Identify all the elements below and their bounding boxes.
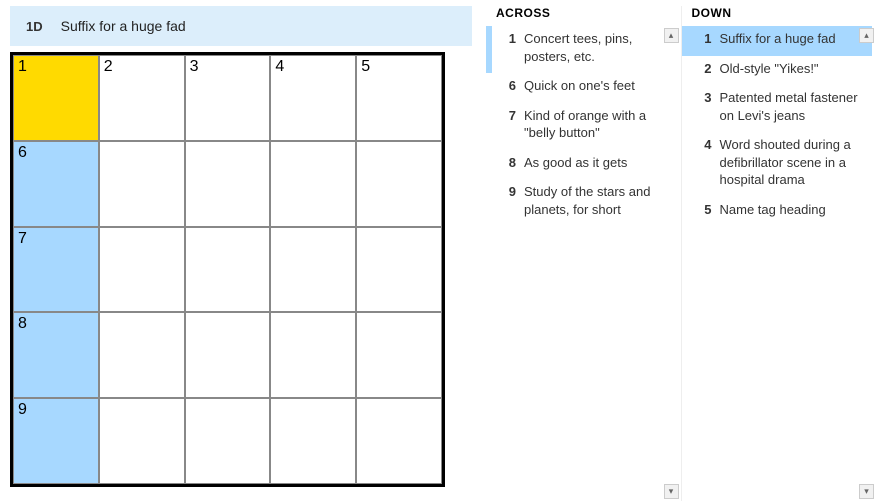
current-clue-text: Suffix for a huge fad — [61, 18, 186, 34]
grid-cell[interactable] — [270, 398, 356, 484]
scroll-up-icon[interactable]: ▴ — [664, 28, 679, 43]
clue-text: Kind of orange with a "belly button" — [524, 107, 671, 142]
down-heading: DOWN — [682, 6, 877, 26]
grid-cell[interactable]: 5 — [356, 55, 442, 141]
across-clue-item[interactable]: 1Concert tees, pins, posters, etc. — [486, 26, 677, 73]
clue-text: Old-style "Yikes!" — [720, 60, 867, 78]
clue-text: Study of the stars and planets, for shor… — [524, 183, 671, 218]
clue-text: As good as it gets — [524, 154, 671, 172]
down-clue-item[interactable]: 5 Name tag heading — [682, 197, 873, 227]
grid-cell[interactable] — [356, 398, 442, 484]
across-clue-item[interactable]: 8 As good as it gets — [486, 150, 677, 180]
down-clue-item[interactable]: 1 Suffix for a huge fad — [682, 26, 873, 56]
cell-number: 4 — [275, 58, 284, 76]
across-column: ACROSS 1Concert tees, pins, posters, etc… — [486, 6, 682, 501]
clue-number: 9 — [498, 183, 516, 218]
down-clue-list: 1 Suffix for a huge fad 2 Old-style "Yikes!… — [682, 26, 877, 226]
grid-cell[interactable]: 7 — [13, 227, 99, 313]
clue-text: Name tag heading — [720, 201, 867, 219]
crossword-grid: 1 2 3 4 5 6 7 8 9 — [10, 52, 445, 487]
clue-number: 2 — [694, 60, 712, 78]
scroll-down-icon[interactable]: ▾ — [664, 484, 679, 499]
clue-number: 6 — [498, 77, 516, 95]
grid-cell[interactable] — [185, 398, 271, 484]
clue-text: Suffix for a huge fad — [720, 30, 867, 48]
across-clue-list: 1Concert tees, pins, posters, etc. 6 Quick… — [486, 26, 681, 226]
grid-cell[interactable] — [185, 141, 271, 227]
grid-cell[interactable] — [270, 227, 356, 313]
grid-cell[interactable] — [356, 227, 442, 313]
grid-cell[interactable] — [185, 312, 271, 398]
grid-cell[interactable] — [185, 227, 271, 313]
cell-number: 8 — [18, 315, 27, 333]
grid-cell[interactable] — [356, 312, 442, 398]
grid-cell[interactable] — [99, 141, 185, 227]
across-clue-item[interactable]: 7Kind of orange with a "belly button" — [486, 103, 677, 150]
clue-number: 1 — [694, 30, 712, 48]
clue-number: 7 — [498, 107, 516, 142]
clue-number: 8 — [498, 154, 516, 172]
cell-number: 1 — [18, 58, 27, 76]
down-scroll: 1 Suffix for a huge fad 2 Old-style "Yikes!… — [682, 26, 877, 501]
clue-text: Patented metal fastener on Levi's jeans — [720, 89, 867, 124]
clue-number: 5 — [694, 201, 712, 219]
scroll-up-icon[interactable]: ▴ — [859, 28, 874, 43]
grid-cell[interactable]: 3 — [185, 55, 271, 141]
clue-number: 3 — [694, 89, 712, 124]
down-clue-item[interactable]: 2 Old-style "Yikes!" — [682, 56, 873, 86]
clue-text: Quick on one's feet — [524, 77, 671, 95]
across-heading: ACROSS — [486, 6, 681, 26]
cell-number: 3 — [190, 58, 199, 76]
grid-cell[interactable] — [99, 312, 185, 398]
left-panel: 1D Suffix for a huge fad 1 2 3 4 5 6 7 8 9 — [0, 0, 480, 501]
grid-cell[interactable]: 6 — [13, 141, 99, 227]
cell-number: 7 — [18, 230, 27, 248]
down-clue-item[interactable]: 3Patented metal fastener on Levi's jeans — [682, 85, 873, 132]
across-clue-item[interactable]: 9Study of the stars and planets, for sho… — [486, 179, 677, 226]
clue-text: Concert tees, pins, posters, etc. — [524, 30, 671, 65]
grid-cell[interactable] — [270, 141, 356, 227]
cell-number: 2 — [104, 58, 113, 76]
current-clue-bar[interactable]: 1D Suffix for a huge fad — [10, 6, 472, 46]
across-scroll: 1Concert tees, pins, posters, etc. 6 Quick… — [486, 26, 681, 501]
grid-cell[interactable]: 2 — [99, 55, 185, 141]
across-clue-item[interactable]: 6 Quick on one's feet — [486, 73, 677, 103]
grid-cell[interactable]: 9 — [13, 398, 99, 484]
grid-cell[interactable]: 1 — [13, 55, 99, 141]
clue-lists: ACROSS 1Concert tees, pins, posters, etc… — [480, 0, 880, 501]
grid-cell[interactable] — [356, 141, 442, 227]
grid-cell[interactable]: 8 — [13, 312, 99, 398]
cell-number: 5 — [361, 58, 370, 76]
down-column: DOWN 1 Suffix for a huge fad 2 Old-style "Y… — [682, 6, 877, 501]
clue-text: Word shouted during a defibrillator scen… — [720, 136, 867, 189]
clue-number: 4 — [694, 136, 712, 189]
scroll-down-icon[interactable]: ▾ — [859, 484, 874, 499]
clue-number: 1 — [498, 30, 516, 65]
cell-number: 6 — [18, 144, 27, 162]
grid-cell[interactable] — [99, 227, 185, 313]
cell-number: 9 — [18, 401, 27, 419]
current-clue-label: 1D — [26, 19, 43, 34]
grid-cell[interactable] — [270, 312, 356, 398]
crossword-app: 1D Suffix for a huge fad 1 2 3 4 5 6 7 8 9 ACROS… — [0, 0, 880, 501]
down-clue-item[interactable]: 4Word shouted during a defibrillator sce… — [682, 132, 873, 197]
grid-cell[interactable] — [99, 398, 185, 484]
grid-cell[interactable]: 4 — [270, 55, 356, 141]
